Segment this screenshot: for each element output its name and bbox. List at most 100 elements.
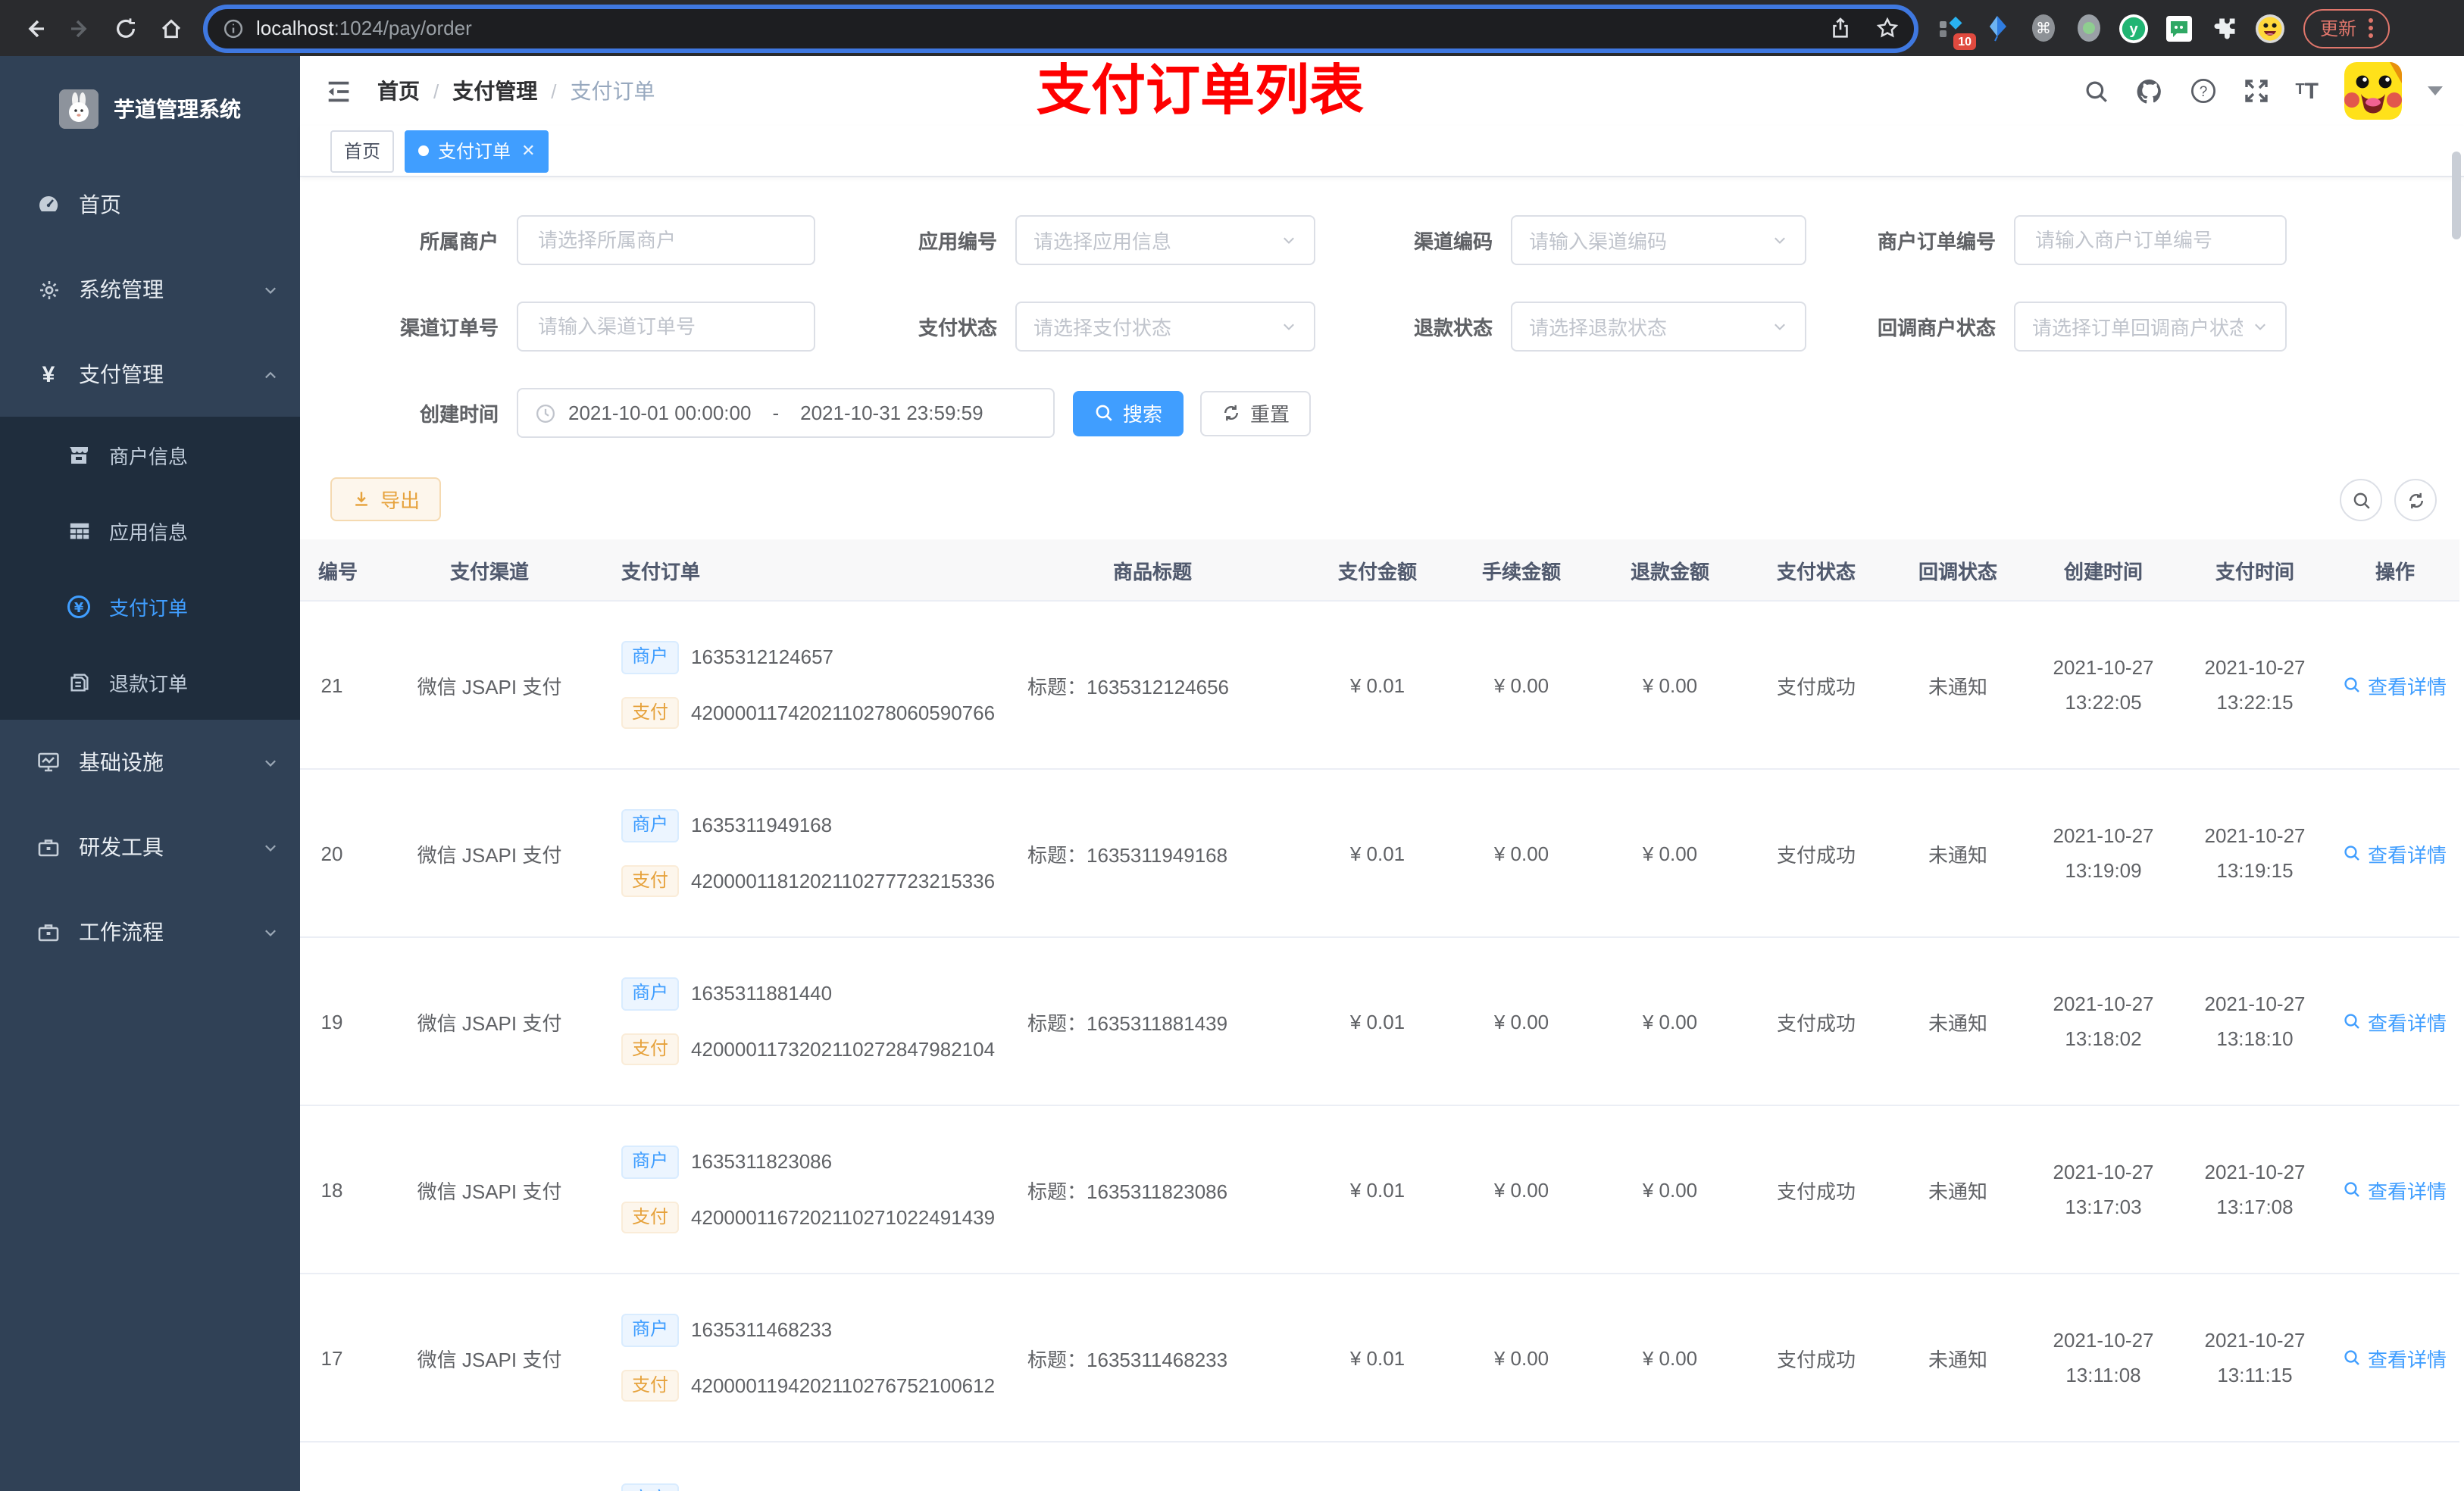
merchant-order-no-input[interactable] bbox=[2032, 227, 2269, 253]
extension-chat-icon[interactable] bbox=[2164, 13, 2194, 43]
sidebar-item-app-info[interactable]: 应用信息 bbox=[0, 492, 300, 568]
magnifier-icon bbox=[2345, 846, 2360, 861]
sidebar-menu: 首页 系统管理 ¥ 支付管理 商户信息 应用信息 ¥ 支付订单 退款订单 基础设… bbox=[0, 162, 300, 974]
tab-home[interactable]: 首页 bbox=[330, 130, 395, 172]
extension-squares-diamond-icon[interactable]: 10 bbox=[1937, 13, 1976, 49]
order-id: 17 bbox=[321, 1346, 343, 1369]
sidebar-item-pay-order[interactable]: ¥ 支付订单 bbox=[0, 568, 300, 644]
avatar-caret-icon[interactable] bbox=[2428, 86, 2443, 95]
briefcase-icon bbox=[36, 920, 61, 944]
info-icon[interactable] bbox=[223, 17, 244, 39]
magnifier-icon bbox=[2345, 1014, 2360, 1029]
extension-green-dot-icon[interactable] bbox=[2073, 13, 2103, 43]
search-button[interactable]: 搜索 bbox=[1073, 390, 1184, 436]
search-icon[interactable] bbox=[2083, 78, 2109, 104]
monitor-chart-icon bbox=[36, 750, 61, 774]
share-icon[interactable] bbox=[1829, 17, 1852, 39]
tab-pay-order[interactable]: 支付订单 ✕ bbox=[405, 130, 549, 172]
reload-icon[interactable] bbox=[103, 5, 149, 51]
filter-label: 创建时间 bbox=[419, 403, 499, 426]
extension-puzzle-icon[interactable] bbox=[2209, 13, 2240, 43]
extension-badge: 10 bbox=[1953, 33, 1976, 49]
fullscreen-icon[interactable] bbox=[2242, 77, 2269, 105]
order-id: 18 bbox=[321, 1178, 343, 1201]
pay-status-select[interactable]: 请选择支付状态 bbox=[1015, 302, 1315, 352]
forward-icon[interactable] bbox=[58, 5, 103, 51]
sidebar-collapse-icon[interactable] bbox=[324, 77, 353, 105]
table-header-row: 编号 支付渠道 支付订单 商品标题 支付金额 手续金额 退款金额 支付状态 回调… bbox=[300, 539, 2459, 602]
breadcrumb-home[interactable]: 首页 bbox=[377, 76, 420, 106]
extension-command-icon[interactable]: ⌘ bbox=[2028, 13, 2058, 43]
table-row: 21 微信 JSAPI 支付 商户 1635312124657 支付 42000… bbox=[300, 601, 2459, 770]
product-title: 1635311881439 bbox=[1087, 1011, 1228, 1034]
sidebar-item-refund-order[interactable]: 退款订单 bbox=[0, 644, 300, 720]
github-icon[interactable] bbox=[2134, 77, 2163, 105]
refund-amount: ¥ 0.00 bbox=[1596, 1105, 1744, 1274]
merchant-tag: 商户 bbox=[621, 1145, 680, 1178]
view-detail-link[interactable]: 查看详情 bbox=[2344, 1175, 2447, 1204]
breadcrumb-pay-management[interactable]: 支付管理 bbox=[452, 76, 537, 106]
svg-text:¥: ¥ bbox=[74, 600, 84, 615]
chevron-down-icon bbox=[1771, 318, 1788, 335]
channel-code-select[interactable]: 请输入渠道编码 bbox=[1511, 215, 1806, 265]
screenshot-root: localhost:1024/pay/order 10 ⌘ y 更新 芋道管理… bbox=[0, 0, 2464, 1491]
circle-yen-icon: ¥ bbox=[67, 593, 91, 619]
refund-status-select[interactable]: 请选择退款状态 bbox=[1511, 302, 1806, 352]
refund-amount: ¥ 0.00 bbox=[1596, 937, 1744, 1106]
bookmark-star-icon[interactable] bbox=[1876, 17, 1899, 39]
table-row-partial: 商户 1635311354796 bbox=[300, 1442, 2459, 1491]
close-tab-icon[interactable]: ✕ bbox=[521, 141, 535, 161]
sidebar-item-payment[interactable]: ¥ 支付管理 bbox=[0, 332, 300, 417]
browser-update-button[interactable]: 更新 bbox=[2303, 8, 2391, 48]
app-select[interactable]: 请选择应用信息 bbox=[1015, 215, 1315, 265]
sidebar-item-label: 退款订单 bbox=[109, 672, 189, 695]
extension-emoji-icon[interactable] bbox=[2255, 13, 2285, 43]
extension-y-icon[interactable]: y bbox=[2118, 13, 2149, 43]
sidebar-item-merchant-info[interactable]: 商户信息 bbox=[0, 417, 300, 492]
sidebar-item-dev-tools[interactable]: 研发工具 bbox=[0, 805, 300, 889]
breadcrumb: 首页 / 支付管理 / 支付订单 bbox=[377, 76, 655, 106]
back-icon[interactable] bbox=[12, 5, 58, 51]
view-detail-link[interactable]: 查看详情 bbox=[2344, 1343, 2447, 1372]
export-button[interactable]: 导出 bbox=[330, 477, 442, 521]
filter-app: 应用编号 请选择应用信息 bbox=[815, 215, 1315, 265]
page-scrollbar[interactable] bbox=[2452, 152, 2461, 239]
help-icon[interactable]: ? bbox=[2189, 77, 2216, 105]
pay-time: 2021-10-27 13:19:15 bbox=[2204, 824, 2306, 882]
extension-kite-icon[interactable] bbox=[1982, 13, 2012, 43]
sidebar-item-system[interactable]: 系统管理 bbox=[0, 247, 300, 332]
merchant-input[interactable] bbox=[535, 227, 797, 253]
view-detail-link[interactable]: 查看详情 bbox=[2344, 670, 2447, 699]
filter-channel-order-no: 渠道订单号 bbox=[300, 302, 815, 352]
yen-icon: ¥ bbox=[42, 361, 55, 387]
magnifier-icon bbox=[2345, 1182, 2360, 1197]
create-time: 2021-10-27 13:18:02 bbox=[2053, 992, 2154, 1050]
view-detail-link[interactable]: 查看详情 bbox=[2344, 839, 2447, 867]
toggle-search-button[interactable] bbox=[2340, 479, 2382, 521]
sidebar-item-workflow[interactable]: 工作流程 bbox=[0, 889, 300, 974]
font-size-icon[interactable]: TT bbox=[2295, 80, 2319, 102]
app-logo-row: 芋道管理系统 bbox=[0, 56, 300, 162]
refresh-button[interactable] bbox=[2394, 479, 2437, 521]
magnifier-icon bbox=[2345, 1350, 2360, 1365]
sidebar-item-infrastructure[interactable]: 基础设施 bbox=[0, 720, 300, 805]
merchant-order-no: 1635312124657 bbox=[691, 645, 834, 669]
home-icon[interactable] bbox=[149, 5, 194, 51]
reset-button[interactable]: 重置 bbox=[1200, 390, 1312, 436]
channel-order-no-input[interactable] bbox=[535, 314, 797, 339]
avatar[interactable] bbox=[2344, 62, 2402, 120]
sidebar-item-label: 基础设施 bbox=[79, 750, 164, 774]
chevron-down-icon bbox=[262, 281, 279, 298]
orders-table: 编号 支付渠道 支付订单 商品标题 支付金额 手续金额 退款金额 支付状态 回调… bbox=[300, 539, 2464, 1491]
filter-notify-status: 回调商户状态 请选择订单回调商户状态 bbox=[1806, 302, 2287, 352]
view-detail-link[interactable]: 查看详情 bbox=[2344, 1007, 2447, 1036]
filter-pay-status: 支付状态 请选择支付状态 bbox=[815, 302, 1315, 352]
toolbox-icon bbox=[36, 835, 61, 859]
date-range-input[interactable]: 2021-10-01 00:00:00 - 2021-10-31 23:59:5… bbox=[517, 388, 1055, 438]
url-bar[interactable]: localhost:1024/pay/order bbox=[203, 4, 1918, 52]
sidebar-item-home[interactable]: 首页 bbox=[0, 162, 300, 247]
pay-time: 2021-10-27 13:18:10 bbox=[2204, 992, 2306, 1050]
notify-status-select[interactable]: 请选择订单回调商户状态 bbox=[2014, 302, 2287, 352]
filter-label: 渠道编码 bbox=[1413, 230, 1493, 253]
browser-menu-icon[interactable] bbox=[2369, 18, 2374, 38]
